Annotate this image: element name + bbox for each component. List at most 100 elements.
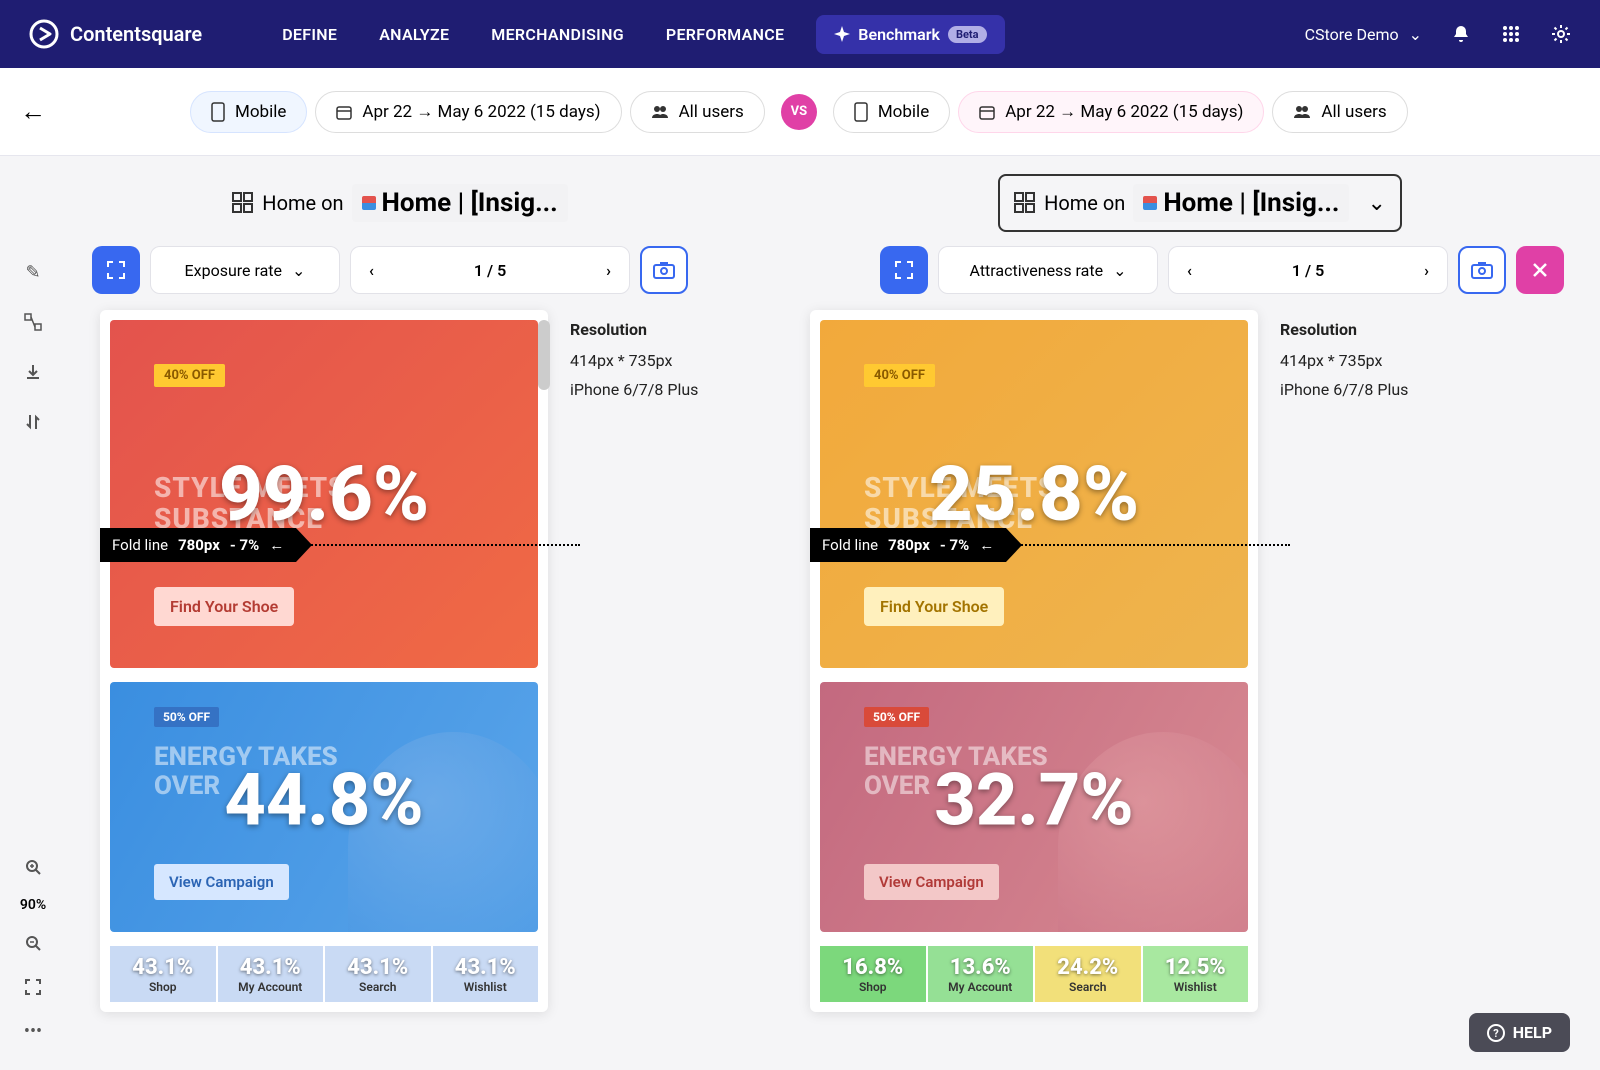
mobile-icon [854,102,868,122]
page-selector-right[interactable]: Home on Home | [Insig... ⌄ [998,174,1402,232]
page-thumb-icon [1143,196,1157,210]
device-filter-left[interactable]: Mobile [190,91,307,133]
contentsquare-logo-icon [28,18,60,50]
brand-name: Contentsquare [70,22,202,46]
prev-screenshot-button[interactable]: ‹ [1187,261,1192,280]
pager-position: 1 / 5 [474,261,506,280]
controls-row: Exposure rate⌄ ‹ 1 / 5 › Attractiveness … [0,232,1600,294]
workspace-selector[interactable]: CStore Demo ⌄ [1305,25,1422,44]
pager-right: ‹ 1 / 5 › [1168,246,1448,294]
discount-badge: 40% OFF [154,364,225,387]
chevron-down-icon: ⌄ [1409,25,1422,44]
tab-shop[interactable]: 16.8%Shop [820,946,926,1002]
cta-button: View Campaign [864,864,999,900]
metric-dropdown-left[interactable]: Exposure rate⌄ [150,246,340,294]
arrow-left-icon: ← [979,536,994,554]
zoom-in-button[interactable] [16,853,50,881]
tool-rail: ✎ 90% ••• [8,258,58,436]
metric-overlay: 25.8% [929,449,1139,539]
tab-wishlist[interactable]: 43.1%Wishlist [433,946,539,1002]
resolution-info-right: Resolution 414px * 735px iPhone 6/7/8 Pl… [1258,310,1488,1012]
zone-grid-icon [1014,192,1036,214]
bottom-tabs-right: 16.8%Shop 13.6%My Account 24.2%Search 12… [820,946,1248,1002]
metric-overlay: 99.6% [219,449,429,539]
nav-benchmark[interactable]: Benchmark Beta [816,15,1004,54]
users-icon [651,105,669,119]
apps-grid-icon[interactable] [1500,23,1522,45]
tab-account[interactable]: 43.1%My Account [218,946,324,1002]
help-icon: ? [1487,1024,1505,1042]
bottom-tabs-left: 43.1%Shop 43.1%My Account 43.1%Search 43… [110,946,538,1002]
users-icon [1293,105,1311,119]
main-nav: DEFINE ANALYZE MERCHANDISING PERFORMANCE [282,25,784,44]
cta-button: Find Your Shoe [864,587,1004,626]
screenshot-button-right[interactable] [1458,246,1506,294]
pager-position: 1 / 5 [1292,261,1324,280]
cta-button: View Campaign [154,864,289,900]
tab-search[interactable]: 24.2%Search [1035,946,1141,1002]
chevron-down-icon: ⌄ [1367,191,1385,216]
nav-merchandising[interactable]: MERCHANDISING [491,25,624,44]
next-screenshot-button[interactable]: › [1424,261,1429,280]
edit-tool[interactable]: ✎ [16,258,50,286]
fullscreen-button-right[interactable] [880,246,928,294]
device-filter-right[interactable]: Mobile [833,91,950,133]
zone-hero-2-left[interactable]: 50% OFF ENERGY TAKESOVER View Campaign 4… [110,682,538,932]
tab-account[interactable]: 13.6%My Account [928,946,1034,1002]
zone-hero-1-left[interactable]: 40% OFF STYLE MEETSSUBSTANCE Find Your S… [110,320,538,668]
screenshot-button-left[interactable] [640,246,688,294]
zone-hero-1-right[interactable]: 40% OFF STYLE MEETSSUBSTANCE Find Your S… [820,320,1248,668]
close-compare-button[interactable] [1516,246,1564,294]
notifications-icon[interactable] [1450,23,1472,45]
nav-analyze[interactable]: ANALYZE [379,25,449,44]
calendar-icon [336,104,352,120]
back-button[interactable]: ← [20,96,50,127]
next-screenshot-button[interactable]: › [606,261,611,280]
download-tool[interactable] [16,358,50,386]
zone-tool[interactable] [16,308,50,336]
segment-filter-left[interactable]: All users [630,91,765,133]
metric-overlay: 32.7% [934,758,1133,843]
discount-badge: 50% OFF [864,707,929,727]
pager-left: ‹ 1 / 5 › [350,246,630,294]
fullscreen-button-left[interactable] [92,246,140,294]
page-selector-left[interactable]: Home on Home | [Insig... [218,174,581,232]
brand-logo[interactable]: Contentsquare [28,18,202,50]
more-options-button[interactable]: ••• [16,1017,50,1045]
tab-wishlist[interactable]: 12.5%Wishlist [1143,946,1249,1002]
settings-gear-icon[interactable] [1550,23,1572,45]
metric-dropdown-right[interactable]: Attractiveness rate⌄ [938,246,1158,294]
svg-text:?: ? [1493,1027,1499,1040]
tab-search[interactable]: 43.1%Search [325,946,431,1002]
prev-screenshot-button[interactable]: ‹ [369,261,374,280]
vs-indicator: VS [781,94,817,130]
sparkle-icon [834,26,850,42]
calendar-icon [979,104,995,120]
zone-grid-icon [232,192,254,214]
swap-tool[interactable] [16,408,50,436]
chevron-down-icon: ⌄ [292,261,305,280]
page-selectors: Home on Home | [Insig... Home on Home | … [0,156,1600,232]
fold-label[interactable]: Fold line 780px - 7% ← [810,528,1006,562]
page-thumb-icon [362,196,376,210]
zone-hero-2-right[interactable]: 50% OFF ENERGY TAKESOVER View Campaign 3… [820,682,1248,932]
resolution-info-left: Resolution 414px * 735px iPhone 6/7/8 Pl… [548,310,778,1012]
preview-area: 40% OFF STYLE MEETSSUBSTANCE Find Your S… [0,294,1600,1012]
date-filter-left[interactable]: Apr 22 → May 6 2022 (15 days) [315,91,621,133]
segment-filter-right[interactable]: All users [1272,91,1407,133]
nav-performance[interactable]: PERFORMANCE [666,25,784,44]
zoom-level: 90% [20,897,46,913]
filter-bar: ← Mobile Apr 22 → May 6 2022 (15 days) A… [0,68,1600,156]
scrollbar[interactable] [538,320,550,390]
arrow-left-icon: ← [269,536,284,554]
tab-shop[interactable]: 43.1%Shop [110,946,216,1002]
fold-label[interactable]: Fold line 780px - 7% ← [100,528,296,562]
top-nav: Contentsquare DEFINE ANALYZE MERCHANDISI… [0,0,1600,68]
fit-screen-button[interactable] [16,973,50,1001]
preview-right: 40% OFF STYLE MEETSSUBSTANCE Find Your S… [810,310,1488,1012]
help-button[interactable]: ? HELP [1469,1013,1570,1052]
date-filter-right[interactable]: Apr 22 → May 6 2022 (15 days) [958,91,1264,133]
device-frame-right: 40% OFF STYLE MEETSSUBSTANCE Find Your S… [810,310,1258,1012]
nav-define[interactable]: DEFINE [282,25,337,44]
zoom-out-button[interactable] [16,929,50,957]
